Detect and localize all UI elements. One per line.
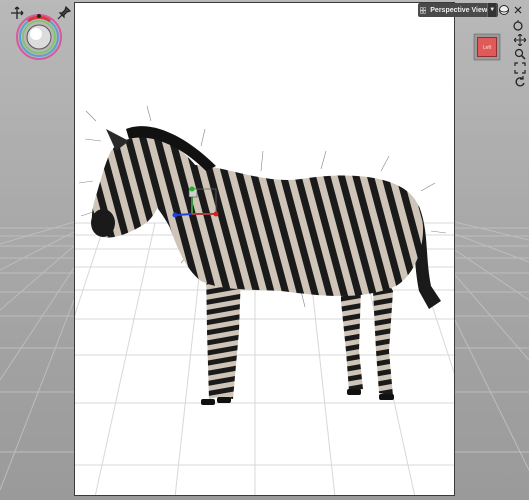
- view-title: Perspective View: [430, 6, 488, 14]
- render-frame[interactable]: [74, 2, 455, 496]
- settings-icon[interactable]: [512, 4, 524, 16]
- move-axis-icon[interactable]: [10, 6, 24, 20]
- 3d-viewport[interactable]: Perspective View ▼ Left: [0, 0, 529, 500]
- view-cube[interactable]: Left: [473, 33, 501, 61]
- view-selector-dropdown[interactable]: Perspective View ▼: [418, 3, 498, 17]
- view-cube-face-left[interactable]: Left: [477, 37, 497, 57]
- pin-icon[interactable]: [57, 5, 72, 20]
- zebra-model[interactable]: [75, 3, 455, 496]
- chevron-down-icon[interactable]: ▼: [487, 3, 496, 17]
- frame-icon[interactable]: [514, 62, 526, 74]
- zoom-icon[interactable]: [514, 48, 526, 60]
- view-grid-icon: [420, 6, 427, 14]
- orbit-icon[interactable]: [498, 4, 510, 16]
- pan-icon[interactable]: [514, 34, 526, 46]
- reset-icon[interactable]: [514, 76, 526, 88]
- camera-icon[interactable]: [512, 20, 524, 32]
